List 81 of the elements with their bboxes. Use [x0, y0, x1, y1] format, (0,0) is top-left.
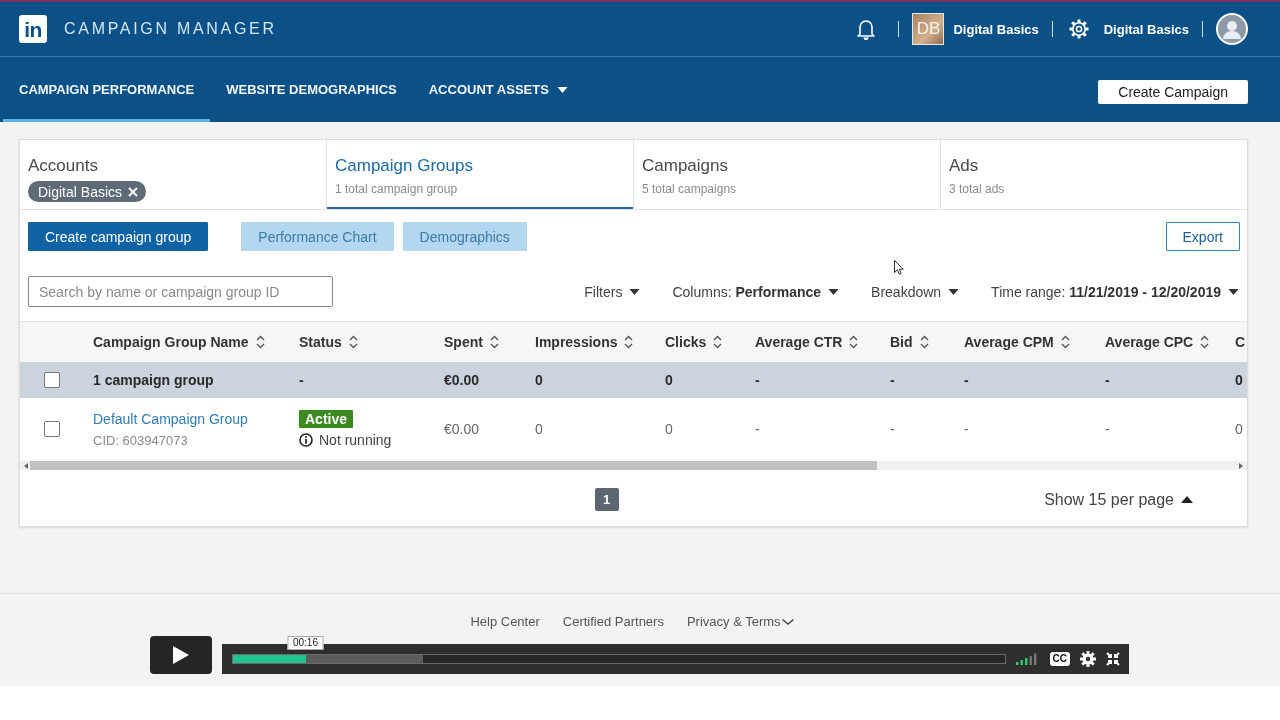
- entity-tab[interactable]: Accounts Digital Basics: [20, 140, 327, 209]
- horizontal-scrollbar[interactable]: [20, 461, 1247, 470]
- table-cell: €0.00: [444, 421, 480, 437]
- product-title: CAMPAIGN MANAGER: [64, 20, 277, 38]
- table-cell: -: [890, 372, 895, 388]
- footer-link[interactable]: Certified Partners: [562, 614, 664, 629]
- scrollbar-thumb[interactable]: [30, 461, 877, 470]
- settings-icon[interactable]: [1080, 651, 1096, 667]
- table-cell: 0: [1235, 372, 1243, 388]
- account-name[interactable]: Digital Basics: [953, 21, 1039, 37]
- column-header[interactable]: Status: [299, 334, 358, 350]
- user-name[interactable]: Digital Basics: [1103, 21, 1189, 37]
- table-cell: -: [1105, 372, 1110, 388]
- campaign-group-link[interactable]: Default Campaign Group: [93, 410, 248, 427]
- bell-icon[interactable]: [856, 18, 877, 40]
- column-header[interactable]: Spent: [444, 334, 499, 350]
- filter-dropdown[interactable]: Filters: [584, 283, 641, 300]
- footer-link[interactable]: Help Center: [470, 614, 540, 629]
- filter-dropdown[interactable]: Columns: Performance: [672, 283, 840, 300]
- row-checkbox[interactable]: [44, 421, 60, 437]
- fullscreen-icon[interactable]: [1106, 652, 1120, 666]
- caret-icon: [828, 288, 840, 295]
- table-cell: 0: [1235, 421, 1243, 437]
- filter-dropdown[interactable]: Time range: 11/21/2019 - 12/20/2019: [991, 283, 1239, 300]
- status-note: Not running: [319, 432, 392, 448]
- play-icon: [173, 646, 189, 664]
- scroll-right-icon[interactable]: [1239, 462, 1243, 469]
- table-cell: -: [1105, 421, 1110, 437]
- column-header[interactable]: Bid: [890, 334, 929, 350]
- table-cell: -: [964, 372, 969, 388]
- table-cell: 1 campaign group: [93, 372, 214, 388]
- caret-icon: [1228, 288, 1239, 295]
- entity-tab[interactable]: Ads 3 total ads: [941, 140, 1247, 209]
- app-logo[interactable]: in: [19, 15, 47, 43]
- column-header[interactable]: Average CTR: [755, 334, 859, 350]
- time-tooltip: 00:16: [287, 636, 323, 650]
- search-field[interactable]: Search by name or campaign group ID: [28, 276, 333, 307]
- settings-icon[interactable]: [1067, 18, 1090, 40]
- entity-tab[interactable]: Campaigns 5 total campaigns: [634, 140, 941, 209]
- table-cell: 0: [665, 421, 673, 437]
- table-cell: 0: [665, 372, 673, 388]
- caret-icon: [629, 288, 641, 295]
- entity-tab[interactable]: Campaign Groups 1 total campaign group: [327, 140, 634, 209]
- column-header[interactable]: Impressions: [535, 334, 634, 350]
- page-button[interactable]: 1: [594, 488, 619, 511]
- action-button[interactable]: Export: [1165, 222, 1240, 251]
- scroll-left-icon[interactable]: [24, 462, 28, 469]
- mouse-cursor-icon: [894, 260, 904, 275]
- table-cell: €0.00: [444, 372, 480, 388]
- column-header[interactable]: Average CPC: [1105, 334, 1210, 350]
- column-header[interactable]: Average CPM: [964, 334, 1070, 350]
- nav-tab[interactable]: ACCOUNT ASSETS: [412, 57, 584, 122]
- row-checkbox[interactable]: [44, 372, 60, 388]
- captions-button[interactable]: CC: [1049, 652, 1070, 666]
- video-progress-track[interactable]: [232, 654, 1006, 664]
- account-chip[interactable]: Digital Basics: [28, 181, 147, 202]
- create-campaign-button[interactable]: Create Campaign: [1098, 80, 1248, 104]
- column-header[interactable]: C: [1235, 334, 1246, 350]
- table-cell: -: [964, 421, 969, 437]
- table-cell: 0: [535, 421, 543, 437]
- nav-tab[interactable]: WEBSITE DEMOGRAPHICS: [210, 57, 413, 122]
- nav-tab[interactable]: CAMPAIGN PERFORMANCE: [3, 57, 211, 122]
- column-header[interactable]: Campaign Group Name: [93, 334, 265, 350]
- footer-link[interactable]: Privacy & Terms: [686, 614, 794, 629]
- table-cell: -: [755, 372, 760, 388]
- caret-up-icon: [1181, 496, 1193, 503]
- status-badge: Active: [299, 410, 354, 428]
- avatar-icon[interactable]: [1216, 13, 1248, 45]
- close-icon[interactable]: [128, 186, 139, 197]
- table-cell: -: [755, 421, 760, 437]
- action-button[interactable]: Create campaign group: [28, 222, 209, 251]
- filter-dropdown[interactable]: Breakdown: [871, 283, 960, 300]
- table-cell: -: [890, 421, 895, 437]
- page-size-button[interactable]: Show 15 per page: [1044, 490, 1193, 509]
- play-button[interactable]: [150, 636, 212, 674]
- table-cell: 0: [535, 372, 543, 388]
- column-header[interactable]: Clicks: [665, 334, 723, 350]
- table-cell: -: [299, 372, 304, 388]
- caret-icon: [948, 288, 960, 295]
- campaign-id: CID: 603947073: [93, 432, 188, 448]
- info-icon: [299, 433, 313, 447]
